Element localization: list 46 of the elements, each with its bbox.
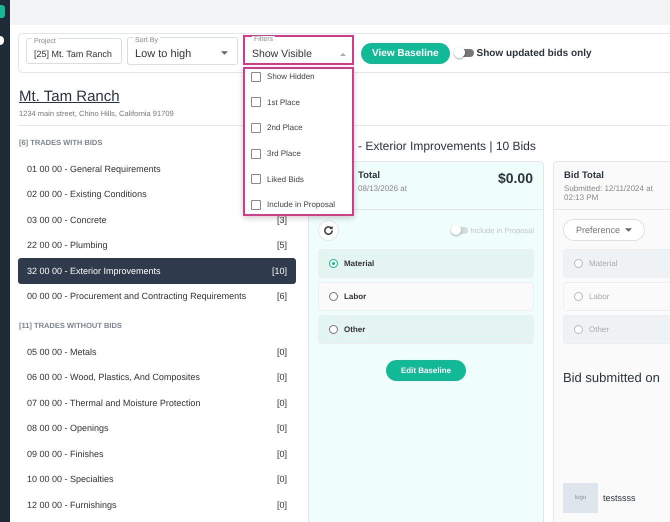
refresh-icon[interactable] <box>323 224 334 236</box>
toggle-label: Show updated bids only <box>476 48 592 58</box>
trade-item[interactable]: 07 00 00 - Thermal and Moisture Protection [0] <box>18 390 296 416</box>
checkbox[interactable] <box>251 122 261 133</box>
filter-option[interactable]: Liked Bids <box>267 174 304 184</box>
radio-button[interactable] <box>329 259 338 268</box>
caret-icon[interactable] <box>625 228 632 232</box>
trade-item[interactable]: 12 00 00 - Furnishings [0] <box>18 492 296 518</box>
checkbox[interactable] <box>251 174 261 184</box>
radio-button[interactable] <box>329 325 338 334</box>
trade-item[interactable]: 09 00 00 - Finishes [0] <box>18 441 296 466</box>
card-title: Total <box>358 170 381 181</box>
project-title[interactable]: Mt. Tam Ranch <box>19 88 120 106</box>
filter-option[interactable]: 2nd Place <box>267 123 303 132</box>
bid-message: Bid submitted on <box>563 370 661 385</box>
card-title: Bid Total <box>564 170 605 181</box>
checkbox[interactable] <box>251 148 261 159</box>
logo-icon[interactable] <box>0 5 5 18</box>
option-row[interactable]: Other <box>318 315 534 344</box>
refresh-button[interactable] <box>318 220 339 240</box>
toggle-switch[interactable] <box>456 49 474 57</box>
radio-button[interactable] <box>329 292 338 301</box>
filter-option[interactable]: 1st Place <box>267 98 300 107</box>
vendor-name: testssss <box>603 493 636 503</box>
trade-heading: - Exterior Improvements | 10 Bids <box>357 138 537 154</box>
filter-option[interactable]: Include in Proposal <box>267 200 336 210</box>
filter-option[interactable]: Show Hidden <box>267 72 315 82</box>
checkbox[interactable] <box>251 97 261 108</box>
filter-option[interactable]: 3rd Place <box>267 149 301 158</box>
trade-item[interactable]: 08 00 00 - Openings [0] <box>18 416 296 441</box>
trade-item[interactable]: 22 00 00 - Plumbing [5] <box>18 232 296 258</box>
trade-item[interactable]: 06 00 00 - Wood, Plastics, And Composites [0] <box>18 364 296 390</box>
trade-item[interactable]: 03 00 00 - Concrete [3] <box>18 207 296 232</box>
trade-item[interactable]: 05 00 00 - Metals [0] <box>18 339 296 364</box>
total-amount: $0.00 <box>498 170 533 188</box>
checkbox[interactable] <box>251 200 261 210</box>
trade-item[interactable]: 10 00 00 - Specialties [0] <box>18 466 296 492</box>
option-row[interactable]: Material <box>318 249 534 278</box>
checkbox[interactable] <box>251 72 261 82</box>
preference-dropdown[interactable]: Preference <box>563 219 646 241</box>
card-date: Submitted: 12/11/2024 at 02:13 PM <box>564 184 654 202</box>
trade-item[interactable]: 00 00 00 - Procurement and Contracting Requirements [6] <box>18 284 296 309</box>
card-date: 08/13/2026 at <box>358 184 408 193</box>
trade-item[interactable]: 32 00 00 - Exterior Improvements [10] <box>18 258 296 284</box>
caret-icon[interactable] <box>221 51 228 55</box>
option-row[interactable]: Labor <box>318 282 534 311</box>
